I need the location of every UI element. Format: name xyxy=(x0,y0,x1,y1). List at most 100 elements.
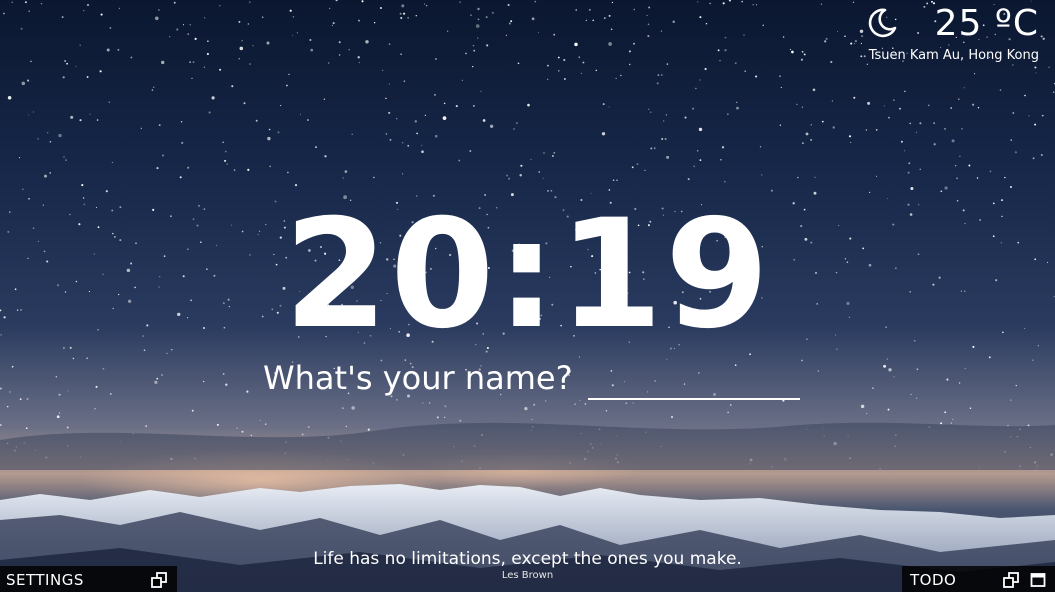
star xyxy=(1041,154,1043,156)
star xyxy=(648,109,650,111)
star xyxy=(665,138,667,140)
popout-icon[interactable] xyxy=(151,572,167,588)
star xyxy=(602,132,605,135)
star xyxy=(351,406,355,410)
star xyxy=(444,417,445,418)
name-input[interactable] xyxy=(588,358,800,400)
star xyxy=(19,157,20,158)
star xyxy=(724,49,726,51)
star xyxy=(368,429,370,431)
star xyxy=(403,13,405,15)
star xyxy=(155,16,159,20)
star xyxy=(401,4,404,7)
star xyxy=(22,82,26,86)
star xyxy=(153,87,154,88)
settings-label[interactable]: SETTINGS xyxy=(6,567,84,593)
star xyxy=(801,59,803,61)
star xyxy=(735,62,737,64)
star xyxy=(612,2,613,3)
star xyxy=(249,1,250,2)
star xyxy=(473,105,475,107)
star xyxy=(307,119,309,121)
star xyxy=(944,411,946,413)
star xyxy=(290,10,292,12)
star xyxy=(616,179,618,181)
star xyxy=(844,36,846,38)
star xyxy=(462,80,463,81)
star xyxy=(351,134,352,135)
star xyxy=(212,96,215,99)
star xyxy=(1053,92,1054,93)
star xyxy=(1033,157,1035,159)
star xyxy=(416,15,417,16)
star xyxy=(161,374,163,376)
star xyxy=(435,58,437,60)
todo-panel[interactable]: TODO xyxy=(902,566,1055,592)
star xyxy=(1041,35,1043,37)
star xyxy=(961,128,963,130)
star xyxy=(1007,425,1008,426)
settings-panel[interactable]: SETTINGS xyxy=(0,566,177,592)
star xyxy=(435,135,438,138)
star xyxy=(722,146,724,148)
star xyxy=(83,10,84,11)
star xyxy=(302,433,304,435)
star xyxy=(407,145,409,147)
star xyxy=(359,62,360,63)
star xyxy=(0,388,2,390)
star xyxy=(534,1,536,3)
star xyxy=(543,152,544,153)
star xyxy=(1010,186,1012,188)
star xyxy=(1012,112,1014,114)
star xyxy=(791,51,794,54)
star xyxy=(402,173,403,174)
star xyxy=(582,62,584,64)
star xyxy=(609,15,611,17)
star xyxy=(850,43,852,45)
star xyxy=(486,16,488,18)
star xyxy=(161,61,164,64)
star xyxy=(527,104,530,107)
star xyxy=(867,102,870,105)
maximize-icon[interactable] xyxy=(1030,572,1046,588)
star xyxy=(425,115,426,116)
star xyxy=(1016,385,1017,386)
star xyxy=(421,150,424,153)
star xyxy=(472,66,473,67)
star xyxy=(1042,115,1044,117)
todo-label[interactable]: TODO xyxy=(910,567,956,593)
star xyxy=(169,36,170,37)
star xyxy=(156,167,158,169)
star xyxy=(223,373,225,375)
star xyxy=(280,105,281,106)
star xyxy=(12,366,14,368)
star xyxy=(236,427,238,429)
star xyxy=(49,172,51,174)
star xyxy=(67,426,69,428)
star xyxy=(25,1,27,3)
star xyxy=(265,423,267,425)
star xyxy=(866,129,867,130)
star xyxy=(790,49,791,50)
star xyxy=(736,107,739,110)
star xyxy=(187,167,189,169)
star xyxy=(358,56,360,58)
star xyxy=(389,84,390,85)
star xyxy=(159,124,161,126)
star xyxy=(217,424,219,426)
star xyxy=(663,120,664,121)
popout-icon[interactable] xyxy=(1003,572,1019,588)
star xyxy=(444,405,446,407)
star xyxy=(558,70,559,71)
star xyxy=(336,0,338,1)
star xyxy=(755,75,757,77)
star xyxy=(813,88,816,91)
star xyxy=(908,162,910,164)
star xyxy=(141,128,142,129)
star xyxy=(416,133,418,135)
star xyxy=(661,74,663,76)
star xyxy=(904,91,905,92)
star xyxy=(309,39,311,41)
star xyxy=(579,56,580,57)
star xyxy=(552,155,554,157)
